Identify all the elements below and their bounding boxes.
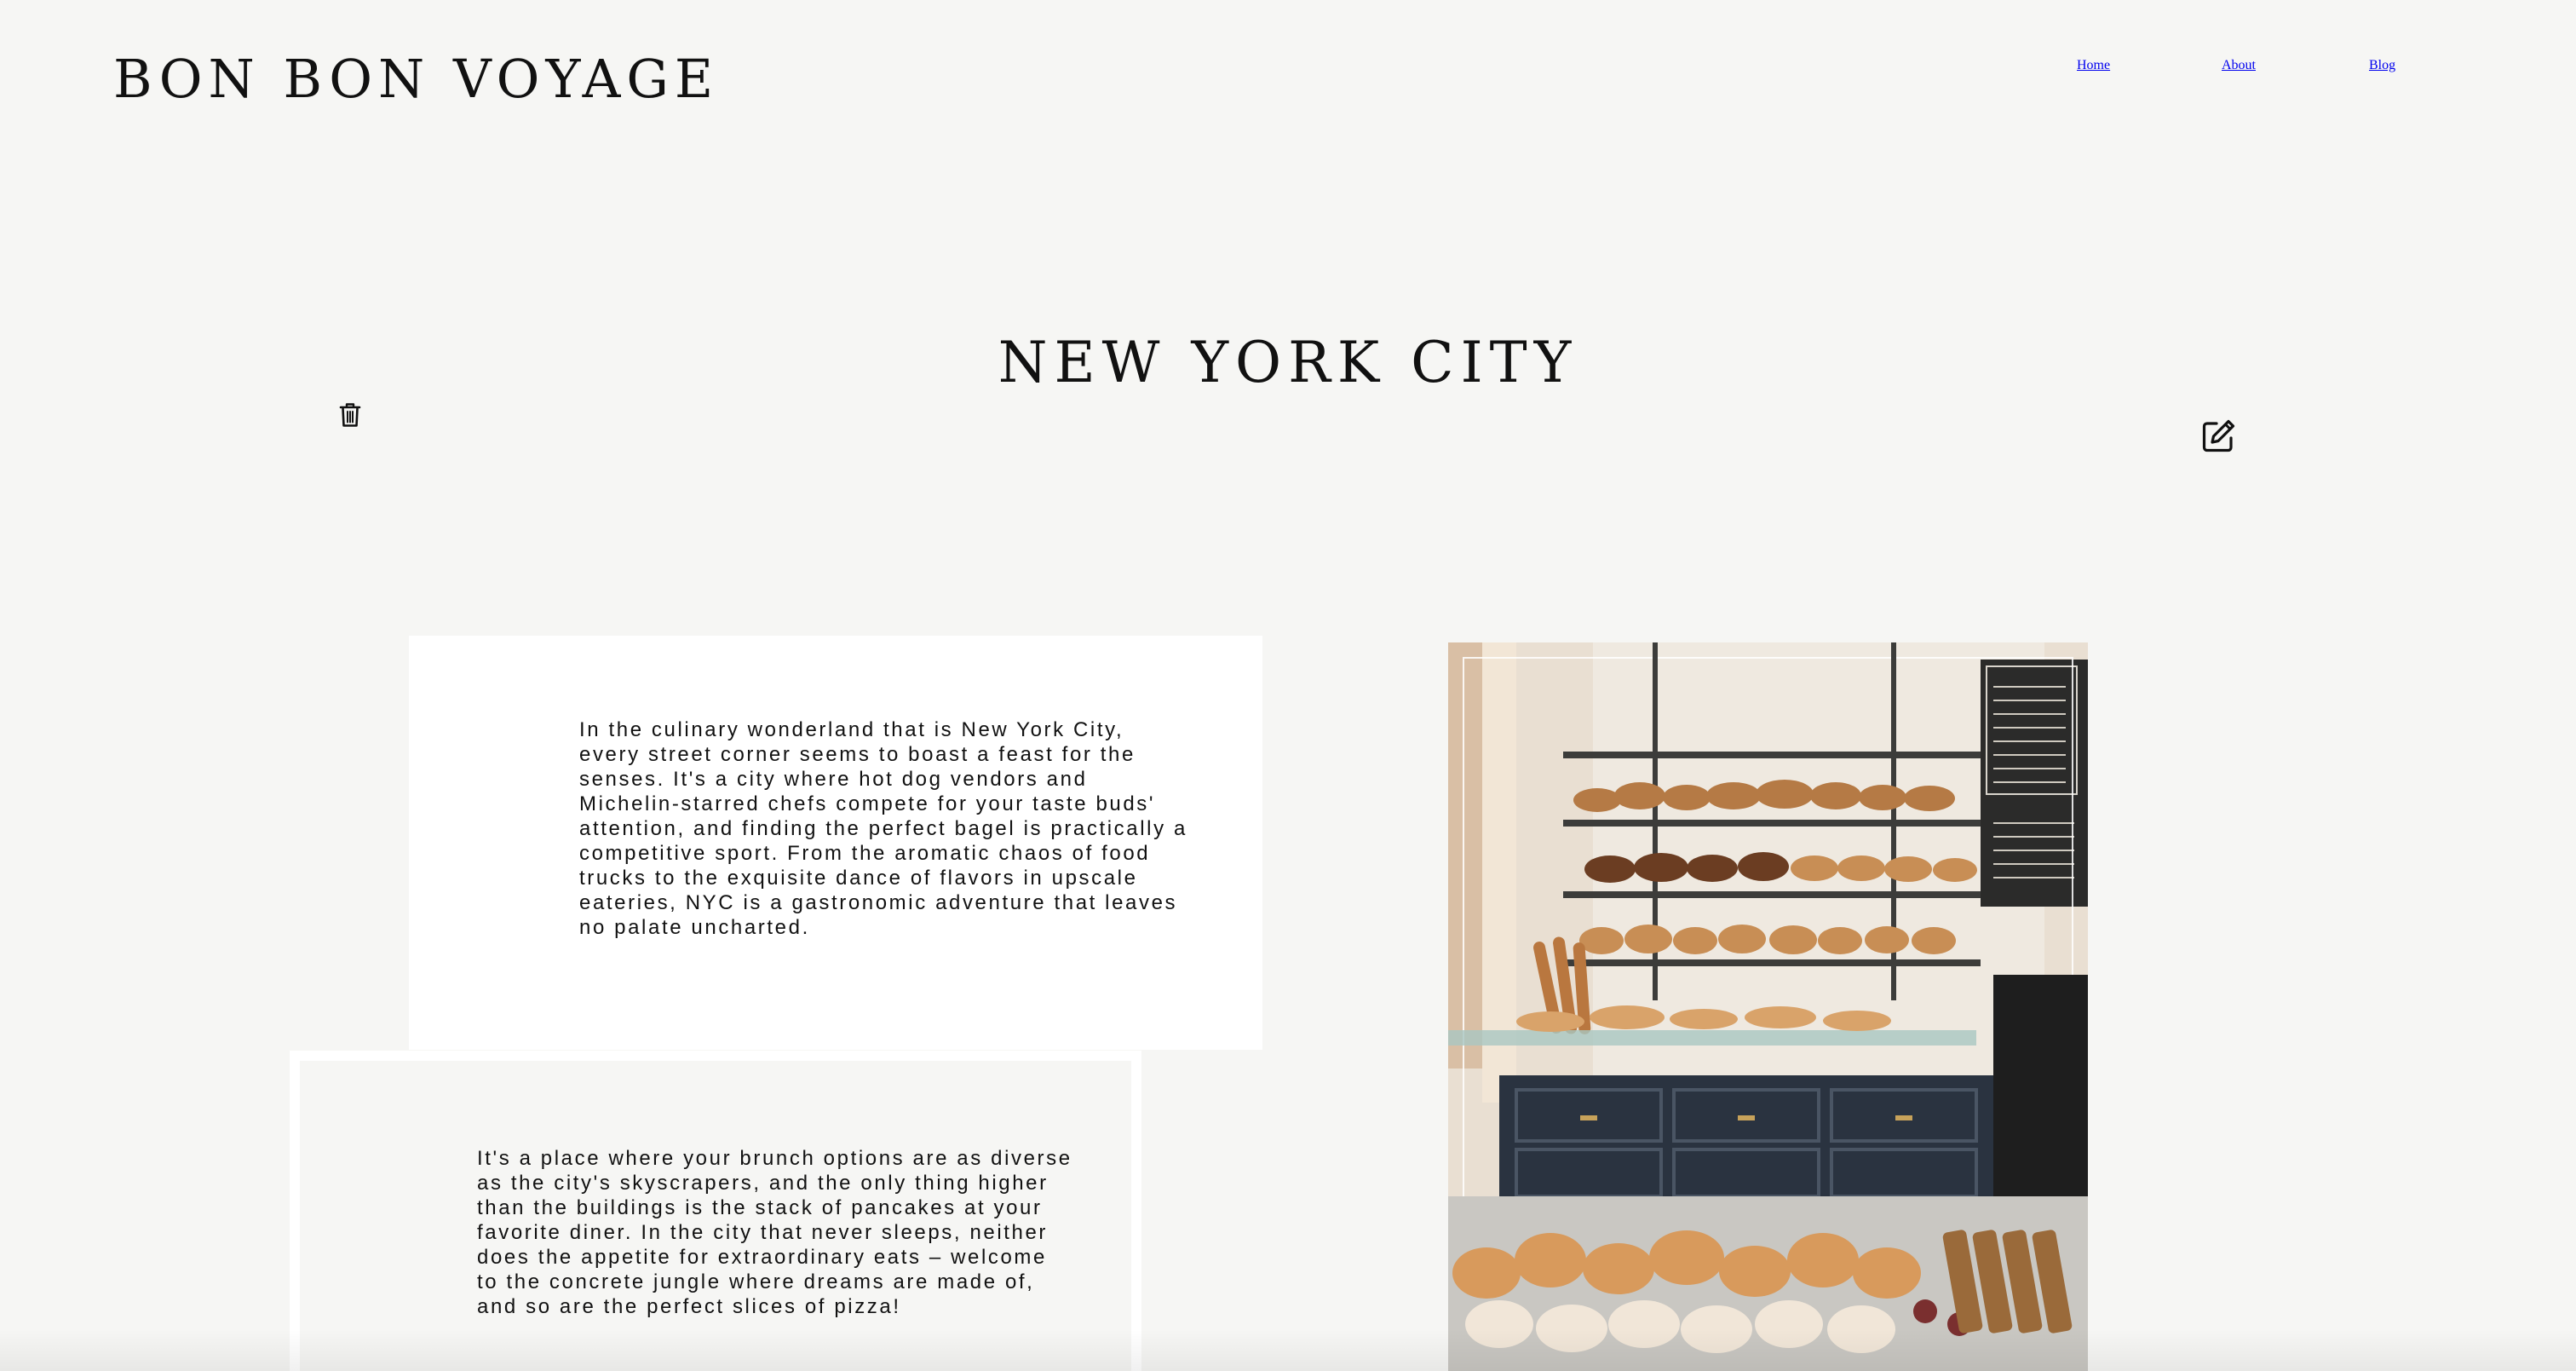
nav-about-link[interactable]: About [2222, 58, 2256, 73]
paragraph-card-1: In the culinary wonderland that is New Y… [409, 636, 1262, 1050]
page-title: NEW YORK CITY [998, 330, 1578, 395]
paragraph-card-2-inner: It's a place where your brunch options a… [300, 1061, 1131, 1371]
post-paragraph-2: It's a place where your brunch options a… [477, 1147, 1072, 1318]
trash-icon [339, 403, 361, 427]
paragraph-card-2: It's a place where your brunch options a… [290, 1051, 1141, 1371]
nav-blog-link[interactable]: Blog [2369, 58, 2395, 73]
nav-home-link[interactable]: Home [2077, 58, 2110, 73]
edit-icon [2202, 419, 2235, 452]
delete-button[interactable] [336, 400, 365, 429]
bakery-photo [1448, 642, 2088, 1371]
bakery-illustration [1448, 642, 2088, 1371]
post-paragraph-1: In the culinary wonderland that is New Y… [579, 718, 1187, 939]
edit-button[interactable] [2198, 416, 2239, 457]
site-logo[interactable]: BON BON VOYAGE [113, 44, 719, 114]
